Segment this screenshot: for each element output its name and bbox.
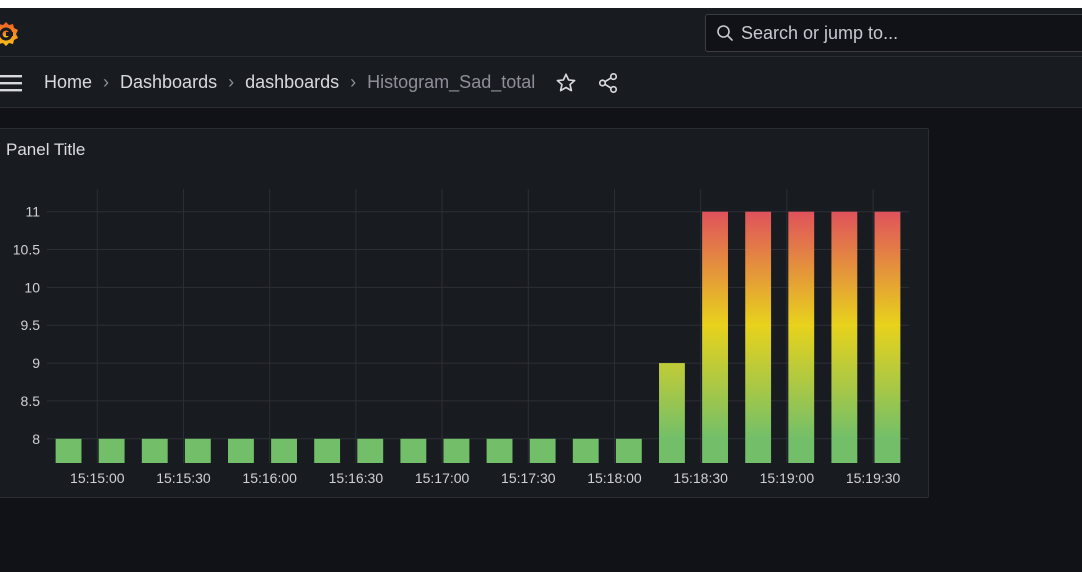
bar <box>228 438 254 463</box>
bar <box>745 211 772 463</box>
breadcrumb-separator: › <box>350 72 357 92</box>
bar <box>486 438 513 463</box>
x-tick-label: 15:19:00 <box>760 470 815 486</box>
x-tick-label: 15:18:00 <box>587 470 642 486</box>
x-tick-label: 15:15:00 <box>70 470 125 486</box>
window-top-strip <box>0 0 1082 8</box>
search-input[interactable]: Search or jump to... <box>705 14 1082 52</box>
x-tick-label: 15:17:00 <box>415 470 470 486</box>
x-tick-label: 15:19:30 <box>846 470 901 486</box>
bar <box>184 438 211 463</box>
bar <box>615 438 642 463</box>
y-tick-label: 9 <box>32 355 40 371</box>
star-icon[interactable] <box>555 72 577 94</box>
x-tick-label: 15:16:00 <box>242 470 297 486</box>
grafana-logo-icon[interactable] <box>0 20 20 48</box>
bar <box>141 438 168 463</box>
bar <box>572 438 599 463</box>
x-tick-label: 15:16:30 <box>329 470 384 486</box>
search-icon <box>717 25 733 41</box>
breadcrumb-folder[interactable]: dashboards <box>245 72 339 93</box>
y-tick-label: 11 <box>25 204 40 220</box>
bar <box>529 438 556 463</box>
bar <box>659 363 685 463</box>
breadcrumb-bar: Home › Dashboards › dashboards › Histogr… <box>0 57 1082 108</box>
bar <box>55 438 82 463</box>
breadcrumb-current-dashboard: Histogram_Sad_total <box>367 72 536 92</box>
bar <box>400 438 427 463</box>
bar <box>357 438 384 463</box>
bar <box>271 438 297 463</box>
bar <box>874 211 901 463</box>
panel-title[interactable]: Panel Title <box>6 140 85 160</box>
y-tick-label: 8 <box>32 431 40 447</box>
bar <box>831 211 858 463</box>
y-tick-label: 8.5 <box>21 393 41 409</box>
bar-chart: 8 8.5 9 9.5 10 10.5 11 15:15:00 15:15:30 15:16:00… <box>13 189 909 486</box>
bar <box>314 438 341 463</box>
breadcrumb-separator: › <box>103 72 110 92</box>
breadcrumb: Home › Dashboards › dashboards › Histogr… <box>44 57 619 108</box>
breadcrumb-separator: › <box>228 72 235 92</box>
hamburger-menu-icon[interactable] <box>0 73 22 93</box>
y-tick-label: 10 <box>24 279 40 295</box>
dashboard-panel[interactable]: 8 8.5 9 9.5 10 10.5 11 15:15:00 15:15:30 15:16:00… <box>0 128 929 498</box>
bar <box>98 438 125 463</box>
y-tick-label: 10.5 <box>13 242 40 258</box>
y-tick-label: 9.5 <box>21 317 41 333</box>
bar <box>702 211 728 463</box>
share-icon[interactable] <box>597 72 619 94</box>
top-bar: Search or jump to... <box>0 8 1082 57</box>
breadcrumb-home[interactable]: Home <box>44 72 92 93</box>
x-tick-label: 15:15:30 <box>156 470 211 486</box>
x-tick-label: 15:18:30 <box>673 470 728 486</box>
breadcrumb-dashboards[interactable]: Dashboards <box>120 72 217 93</box>
bar <box>443 438 470 463</box>
bar <box>788 211 815 463</box>
x-tick-label: 15:17:30 <box>501 470 556 486</box>
search-placeholder: Search or jump to... <box>741 22 899 43</box>
